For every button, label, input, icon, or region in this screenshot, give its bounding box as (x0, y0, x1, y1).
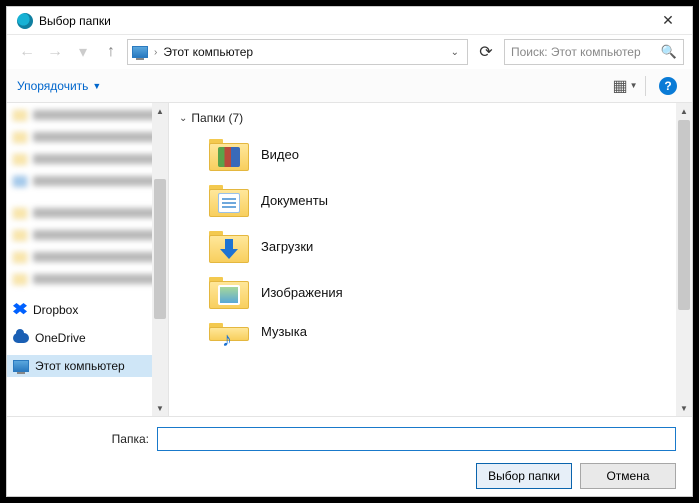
search-box[interactable]: 🔍 (504, 39, 684, 65)
folder-label: Музыка (261, 324, 307, 339)
sidebar-item-onedrive[interactable]: OneDrive (7, 327, 168, 349)
nav-row: ← → ▾ ↑ › Этот компьютер ⌄ ⟳ 🔍 (7, 35, 692, 69)
folder-documents-icon (209, 183, 249, 217)
sidebar-item-label: Этот компьютер (35, 359, 125, 373)
folder-pictures-icon (209, 275, 249, 309)
main-scrollbar[interactable]: ▲ ▼ (676, 103, 692, 416)
address-text: Этот компьютер (163, 45, 440, 59)
refresh-icon: ⟳ (479, 42, 492, 62)
onedrive-icon (13, 333, 29, 343)
dialog-window: Выбор папки ✕ ← → ▾ ↑ › Этот компьютер ⌄… (6, 6, 693, 497)
view-grid-icon: ▦ (612, 76, 627, 96)
dialog-footer: Папка: Выбор папки Отмена (7, 416, 692, 499)
close-icon: ✕ (662, 12, 674, 29)
dropbox-icon (13, 303, 27, 317)
recent-dropdown[interactable]: ▾ (71, 40, 95, 64)
scroll-down-icon[interactable]: ▼ (152, 400, 168, 416)
folder-path-row: Папка: (19, 427, 680, 451)
back-button[interactable]: ← (15, 40, 39, 64)
group-label: Папки (7) (191, 111, 243, 125)
folder-label: Загрузки (261, 239, 313, 254)
scroll-down-icon[interactable]: ▼ (676, 400, 692, 416)
help-button[interactable]: ? (654, 74, 682, 98)
refresh-button[interactable]: ⟳ (472, 39, 500, 65)
sidebar: Dropbox OneDrive Этот компьютер ▲ ▼ (7, 103, 169, 416)
body: Dropbox OneDrive Этот компьютер ▲ ▼ ⌄ (7, 103, 692, 416)
chevron-down-icon: ⌄ (179, 113, 187, 124)
scroll-thumb[interactable] (678, 120, 690, 310)
folder-field-label: Папка: (19, 432, 149, 446)
chevron-down-icon: ▼ (92, 81, 101, 91)
sidebar-scrollbar[interactable]: ▲ ▼ (152, 103, 168, 416)
folder-item-downloads[interactable]: Загрузки (179, 223, 686, 269)
toolbar: Упорядочить ▼ ▦ ▼ ? (7, 69, 692, 103)
window-title: Выбор папки (39, 14, 111, 28)
breadcrumb-sep: › (154, 47, 157, 58)
sidebar-blurred-items (7, 105, 168, 289)
search-input[interactable] (511, 45, 655, 59)
close-button[interactable]: ✕ (648, 7, 688, 35)
address-bar[interactable]: › Этот компьютер ⌄ (127, 39, 468, 65)
pc-icon (13, 360, 29, 372)
titlebar: Выбор папки ✕ (7, 7, 692, 35)
folder-item-video[interactable]: Видео (179, 131, 686, 177)
arrow-left-icon: ← (19, 43, 35, 61)
folder-item-documents[interactable]: Документы (179, 177, 686, 223)
scroll-thumb[interactable] (154, 179, 166, 319)
address-dropdown-icon[interactable]: ⌄ (447, 47, 463, 58)
app-icon (17, 13, 33, 29)
folder-video-icon (209, 137, 249, 171)
folder-music-icon (209, 321, 249, 341)
forward-button[interactable]: → (43, 40, 67, 64)
folder-label: Видео (261, 147, 299, 162)
folder-label: Изображения (261, 285, 343, 300)
sidebar-item-this-pc[interactable]: Этот компьютер (7, 355, 168, 377)
chevron-down-icon: ▼ (630, 81, 638, 90)
up-button[interactable]: ↑ (99, 40, 123, 64)
chevron-down-icon: ▾ (79, 42, 87, 62)
footer-buttons: Выбор папки Отмена (19, 463, 680, 489)
organize-button[interactable]: Упорядочить ▼ (17, 79, 101, 93)
folder-item-music[interactable]: Музыка (179, 315, 686, 341)
folder-path-input[interactable] (157, 427, 676, 451)
view-options-button[interactable]: ▦ ▼ (611, 74, 639, 98)
arrow-right-icon: → (47, 43, 63, 61)
sidebar-item-label: OneDrive (35, 331, 86, 345)
sidebar-item-dropbox[interactable]: Dropbox (7, 299, 168, 321)
organize-label: Упорядочить (17, 79, 88, 93)
search-icon: 🔍 (661, 44, 677, 60)
cancel-button[interactable]: Отмена (580, 463, 676, 489)
sidebar-item-label: Dropbox (33, 303, 78, 317)
pc-icon (132, 46, 148, 58)
help-icon: ? (659, 77, 677, 95)
arrow-up-icon: ↑ (107, 43, 115, 61)
divider (645, 76, 646, 96)
file-list: ⌄ Папки (7) Видео Документы Загрузки (169, 103, 692, 416)
select-folder-button[interactable]: Выбор папки (476, 463, 572, 489)
folder-downloads-icon (209, 229, 249, 263)
group-header-folders[interactable]: ⌄ Папки (7) (179, 111, 686, 125)
folder-label: Документы (261, 193, 328, 208)
scroll-up-icon[interactable]: ▲ (676, 103, 692, 119)
folder-item-pictures[interactable]: Изображения (179, 269, 686, 315)
scroll-up-icon[interactable]: ▲ (152, 103, 168, 119)
